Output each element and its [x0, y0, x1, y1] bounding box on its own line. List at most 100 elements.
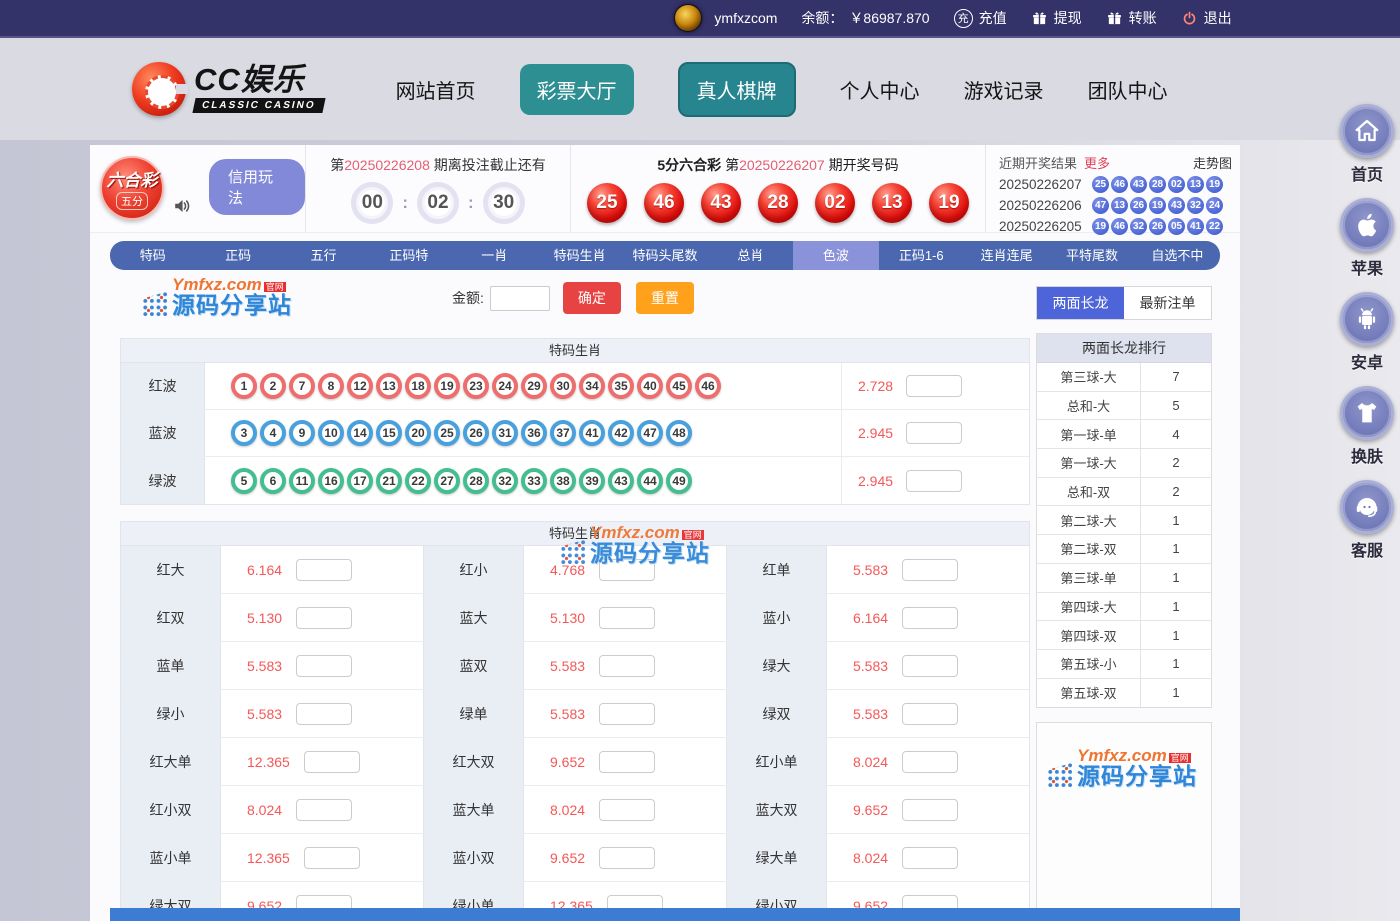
float-home-button[interactable]: 首页 [1340, 104, 1394, 185]
ball-blue-42[interactable]: 42 [608, 420, 634, 446]
ball-blue-15[interactable]: 15 [376, 420, 402, 446]
ball-green-43[interactable]: 43 [608, 468, 634, 494]
bet-input-blue-wave[interactable] [906, 422, 962, 444]
ball-red-46[interactable]: 46 [695, 373, 721, 399]
two-side-input-5-0[interactable] [296, 799, 352, 821]
ball-blue-31[interactable]: 31 [492, 420, 518, 446]
ball-green-33[interactable]: 33 [521, 468, 547, 494]
ball-red-18[interactable]: 18 [405, 373, 431, 399]
ball-red-2[interactable]: 2 [260, 373, 286, 399]
float-apple-button[interactable]: 苹果 [1340, 198, 1394, 279]
ball-blue-14[interactable]: 14 [347, 420, 373, 446]
nav-item-personal-center[interactable]: 个人中心 [840, 75, 920, 104]
tab-zongxiao[interactable]: 总肖 [708, 241, 793, 270]
ball-red-7[interactable]: 7 [289, 373, 315, 399]
tab-zhengma-1-6[interactable]: 正码1-6 [879, 241, 964, 270]
two-side-input-1-2[interactable] [902, 607, 958, 629]
tab-zhengma[interactable]: 正码 [195, 241, 280, 270]
ball-blue-4[interactable]: 4 [260, 420, 286, 446]
bet-input-green-wave[interactable] [906, 470, 962, 492]
withdraw-button[interactable]: 提现 [1031, 8, 1082, 28]
reset-button[interactable]: 重置 [636, 282, 694, 314]
nav-item-team-center[interactable]: 团队中心 [1088, 75, 1168, 104]
confirm-button[interactable]: 确定 [563, 282, 621, 314]
tab-tema-touweishu[interactable]: 特码头尾数 [622, 241, 707, 270]
ball-red-19[interactable]: 19 [434, 373, 460, 399]
two-side-input-3-2[interactable] [902, 703, 958, 725]
tab-tema-shengxiao[interactable]: 特码生肖 [537, 241, 622, 270]
credit-play-button[interactable]: 信用玩法 [209, 159, 305, 215]
logout-button[interactable]: 退出 [1181, 8, 1232, 28]
ball-blue-41[interactable]: 41 [579, 420, 605, 446]
ball-green-17[interactable]: 17 [347, 468, 373, 494]
two-side-input-2-2[interactable] [902, 655, 958, 677]
tab-lianxiao-lianwei[interactable]: 连肖连尾 [964, 241, 1049, 270]
ball-blue-9[interactable]: 9 [289, 420, 315, 446]
two-side-input-1-1[interactable] [599, 607, 655, 629]
ball-red-45[interactable]: 45 [666, 373, 692, 399]
ball-blue-37[interactable]: 37 [550, 420, 576, 446]
tab-zixuan-buzhong[interactable]: 自选不中 [1135, 241, 1220, 270]
tab-tema[interactable]: 特码 [110, 241, 195, 270]
nav-item-game-records[interactable]: 游戏记录 [964, 75, 1044, 104]
two-side-input-5-2[interactable] [902, 799, 958, 821]
ball-green-11[interactable]: 11 [289, 468, 315, 494]
ball-green-39[interactable]: 39 [579, 468, 605, 494]
ball-green-32[interactable]: 32 [492, 468, 518, 494]
tab-wuxing[interactable]: 五行 [281, 241, 366, 270]
float-skin-button[interactable]: 换肤 [1340, 386, 1394, 467]
two-side-input-3-0[interactable] [296, 703, 352, 725]
ball-blue-47[interactable]: 47 [637, 420, 663, 446]
ball-red-13[interactable]: 13 [376, 373, 402, 399]
ball-blue-36[interactable]: 36 [521, 420, 547, 446]
ball-red-8[interactable]: 8 [318, 373, 344, 399]
ball-red-1[interactable]: 1 [231, 373, 257, 399]
two-side-input-0-0[interactable] [296, 559, 352, 581]
tab-latest-orders[interactable]: 最新注单 [1124, 287, 1211, 319]
bet-input-red-wave[interactable] [906, 375, 962, 397]
ball-red-34[interactable]: 34 [579, 373, 605, 399]
ball-red-40[interactable]: 40 [637, 373, 663, 399]
float-service-button[interactable]: 客服 [1340, 480, 1394, 561]
ball-blue-48[interactable]: 48 [666, 420, 692, 446]
ball-red-29[interactable]: 29 [521, 373, 547, 399]
tab-yixiao[interactable]: 一肖 [452, 241, 537, 270]
tab-sebo[interactable]: 色波 [793, 241, 878, 270]
two-side-input-6-0[interactable] [304, 847, 360, 869]
amount-input[interactable] [490, 286, 550, 311]
ball-red-30[interactable]: 30 [550, 373, 576, 399]
ball-blue-3[interactable]: 3 [231, 420, 257, 446]
ball-green-27[interactable]: 27 [434, 468, 460, 494]
ball-blue-26[interactable]: 26 [463, 420, 489, 446]
ball-green-16[interactable]: 16 [318, 468, 344, 494]
ball-red-23[interactable]: 23 [463, 373, 489, 399]
ball-red-12[interactable]: 12 [347, 373, 373, 399]
tab-pingte-weishu[interactable]: 平特尾数 [1049, 241, 1134, 270]
float-android-button[interactable]: 安卓 [1340, 292, 1394, 373]
two-side-input-4-1[interactable] [599, 751, 655, 773]
nav-item-live-casino[interactable]: 真人棋牌 [678, 62, 796, 117]
ball-blue-20[interactable]: 20 [405, 420, 431, 446]
ball-green-5[interactable]: 5 [231, 468, 257, 494]
two-side-input-5-1[interactable] [599, 799, 655, 821]
two-side-input-0-2[interactable] [902, 559, 958, 581]
ball-green-22[interactable]: 22 [405, 468, 431, 494]
two-side-input-2-1[interactable] [599, 655, 655, 677]
ball-blue-10[interactable]: 10 [318, 420, 344, 446]
ball-green-49[interactable]: 49 [666, 468, 692, 494]
two-side-input-4-0[interactable] [304, 751, 360, 773]
two-side-input-3-1[interactable] [599, 703, 655, 725]
speaker-icon[interactable] [172, 195, 194, 217]
two-side-input-2-0[interactable] [296, 655, 352, 677]
nav-item-site-home[interactable]: 网站首页 [396, 75, 476, 104]
recharge-button[interactable]: 充 充值 [954, 8, 1007, 28]
two-side-input-6-2[interactable] [902, 847, 958, 869]
tab-zhengmate[interactable]: 正码特 [366, 241, 451, 270]
ball-green-38[interactable]: 38 [550, 468, 576, 494]
ball-red-24[interactable]: 24 [492, 373, 518, 399]
trend-chart-link[interactable]: 走势图 [1193, 153, 1232, 172]
two-side-input-1-0[interactable] [296, 607, 352, 629]
nav-item-lottery-hall[interactable]: 彩票大厅 [520, 64, 634, 115]
two-side-input-4-2[interactable] [902, 751, 958, 773]
two-side-input-6-1[interactable] [599, 847, 655, 869]
